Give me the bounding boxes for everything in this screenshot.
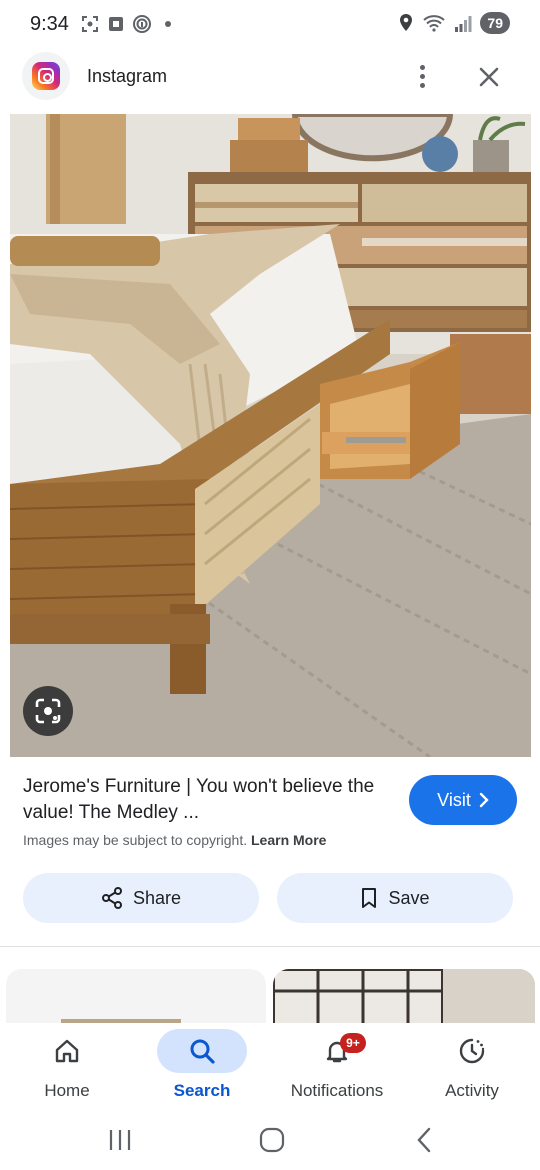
signal-icon — [455, 16, 472, 32]
battery-indicator: 79 — [480, 12, 510, 34]
nav-item-search[interactable]: Search — [137, 1023, 267, 1115]
header: Instagram — [0, 52, 540, 114]
fingerprint-icon — [133, 15, 151, 33]
result-image[interactable] — [10, 114, 531, 757]
status-left-icons — [80, 14, 178, 34]
bookmark-icon — [362, 888, 377, 908]
recent-apps-icon[interactable] — [100, 1125, 140, 1155]
notification-badge: 9+ — [340, 1033, 366, 1053]
status-time: 9:34 — [30, 13, 69, 35]
location-icon — [400, 14, 413, 31]
related-result-card[interactable] — [6, 969, 266, 1029]
nav-label-home: Home — [44, 1081, 90, 1100]
home-icon — [55, 1039, 79, 1063]
home-icon-wrap — [22, 1029, 112, 1073]
furniture-photo — [10, 114, 531, 757]
instagram-logo[interactable] — [22, 52, 70, 100]
bottom-navigation: Home Search 9+ Notifications Activity — [0, 1023, 540, 1115]
more-vert-icon[interactable] — [408, 60, 436, 92]
copyright-text: Images may be subject to copyright. — [23, 832, 248, 848]
status-bar: 9:34 79 — [0, 0, 540, 52]
nav-item-notifications[interactable]: 9+ Notifications — [272, 1023, 402, 1115]
share-button-label: Share — [132, 887, 182, 908]
nav-item-activity[interactable]: Activity — [407, 1023, 537, 1115]
close-icon[interactable] — [474, 62, 504, 92]
system-navigation-bar — [0, 1115, 540, 1170]
nav-label-search: Search — [173, 1081, 231, 1100]
media-icon — [109, 17, 123, 31]
back-button-icon[interactable] — [404, 1125, 444, 1155]
source-app-name[interactable]: Instagram — [87, 66, 167, 87]
status-right-icons: 79 — [398, 12, 510, 34]
dot-icon — [165, 21, 171, 27]
divider — [0, 946, 540, 947]
instagram-logo-mark — [32, 62, 60, 90]
nav-label-notifications: Notifications — [290, 1081, 384, 1100]
visit-button-label: Visit — [437, 789, 471, 810]
share-icon — [101, 887, 122, 909]
save-button[interactable]: Save — [277, 873, 513, 923]
activity-icon-wrap — [427, 1029, 517, 1073]
activity-icon — [459, 1038, 485, 1064]
copyright-notice: Images may be subject to copyright. Lear… — [23, 832, 326, 848]
nav-item-home[interactable]: Home — [2, 1023, 132, 1115]
share-button[interactable]: Share — [23, 873, 259, 923]
chevron-right-icon — [479, 792, 489, 808]
screenshot-icon — [82, 16, 98, 32]
result-title[interactable]: Jerome's Furniture | You won't believe t… — [23, 774, 393, 826]
search-icon — [190, 1039, 215, 1064]
visit-button[interactable]: Visit — [409, 775, 517, 825]
related-result-card[interactable] — [273, 969, 535, 1029]
home-button-icon[interactable] — [252, 1125, 292, 1155]
learn-more-link[interactable]: Learn More — [251, 832, 326, 848]
save-button-label: Save — [388, 887, 430, 908]
wifi-icon — [423, 15, 446, 32]
bell-icon-wrap — [292, 1029, 382, 1073]
nav-label-activity: Activity — [445, 1081, 499, 1100]
related-result-thumbnail — [273, 969, 535, 1029]
related-result-thumbnail — [61, 1019, 181, 1023]
google-lens-icon[interactable] — [23, 686, 73, 736]
search-icon-wrap — [157, 1029, 247, 1073]
